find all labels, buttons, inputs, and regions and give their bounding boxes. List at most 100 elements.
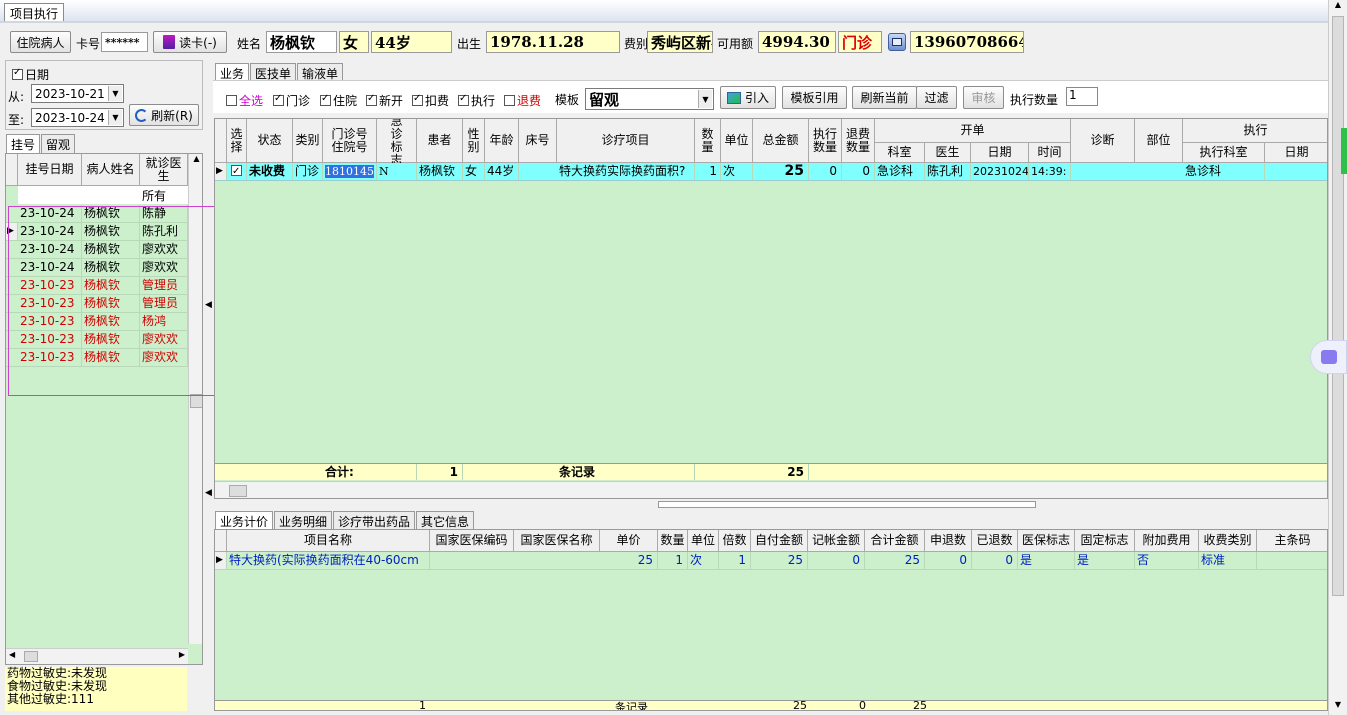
assistant-float-button[interactable] <box>1310 340 1347 374</box>
audit-button[interactable]: 审核 <box>963 86 1004 109</box>
window-tab[interactable]: 项目执行 <box>4 3 65 22</box>
tab-drugs[interactable]: 诊疗带出药品 <box>333 511 416 531</box>
col-exec-qty[interactable]: 执行数量 <box>809 119 842 163</box>
scroll-down-icon[interactable]: ▼ <box>1329 700 1347 709</box>
col-diagnosis[interactable]: 诊断 <box>1071 119 1135 163</box>
pricing-col-16[interactable]: 主条码 <box>1257 530 1327 552</box>
pricing-col-1[interactable]: 国家医保编码 <box>430 530 514 552</box>
splitter-handle[interactable]: ◀ <box>205 300 213 320</box>
col-exec-dept[interactable]: 执行科室 <box>1183 143 1265 163</box>
hscroll-thumb[interactable] <box>24 651 38 662</box>
scroll-thumb[interactable] <box>190 394 202 408</box>
template-select[interactable]: 留观 ▼ <box>585 88 714 110</box>
chevron-down-icon[interactable]: ▼ <box>698 90 712 108</box>
from-date-picker[interactable]: 2023-10-21 ▼ <box>31 84 124 103</box>
inpatient-button[interactable]: 住院病人 <box>10 31 71 53</box>
col-sex[interactable]: 性别 <box>463 119 485 163</box>
tab-other-info[interactable]: 其它信息 <box>416 511 475 531</box>
chevron-down-icon[interactable]: ▼ <box>108 110 122 125</box>
col-age[interactable]: 年龄 <box>485 119 519 163</box>
new-checkbox[interactable]: 新开 <box>366 92 403 109</box>
tab-detail[interactable]: 业务明细 <box>274 511 333 531</box>
row-select-checkbox[interactable] <box>227 163 247 180</box>
hscroll-thumb[interactable] <box>229 485 247 497</box>
pricing-col-14[interactable]: 附加费用 <box>1135 530 1199 552</box>
pricing-col-13[interactable]: 固定标志 <box>1075 530 1135 552</box>
pricing-col-5[interactable]: 单位 <box>688 530 719 552</box>
col-patient-name[interactable]: 病人姓名 <box>82 154 140 186</box>
col-order-date[interactable]: 日期 <box>971 143 1029 163</box>
scroll-thumb[interactable] <box>1332 16 1344 596</box>
col-exec-date[interactable]: 日期 <box>1265 143 1327 163</box>
exec-qty-input[interactable]: 1 <box>1066 87 1098 106</box>
phone-icon[interactable] <box>888 33 906 51</box>
col-bed[interactable]: 床号 <box>519 119 557 163</box>
pricing-col-11[interactable]: 已退数 <box>972 530 1018 552</box>
to-date-picker[interactable]: 2023-10-24 ▼ <box>31 108 124 127</box>
pricing-col-8[interactable]: 记帐金额 <box>808 530 865 552</box>
tab-register[interactable]: 挂号 <box>6 134 41 154</box>
col-order-dept[interactable]: 科室 <box>875 143 925 163</box>
pricing-footer-total: 25 <box>913 699 927 711</box>
pricing-row: 特大换药(实际换药面积在40-60cm 25 1 次 1 25 0 25 0 0 是是否标准 <box>227 552 1327 570</box>
template-ref-button[interactable]: 模板引用 <box>782 86 847 109</box>
to-label: 至: <box>8 113 25 127</box>
deduct-checkbox[interactable]: 扣费 <box>412 92 449 109</box>
read-card-button[interactable]: 读卡(-) <box>153 31 227 53</box>
inpatient-checkbox[interactable]: 住院 <box>320 92 357 109</box>
chevron-down-icon[interactable]: ▼ <box>108 86 122 101</box>
outpatient-checkbox[interactable]: 门诊 <box>273 92 310 109</box>
col-item[interactable]: 诊疗项目 <box>557 119 695 163</box>
scroll-up-icon[interactable]: ▲ <box>1329 0 1347 9</box>
pricing-col-6[interactable]: 倍数 <box>719 530 751 552</box>
col-refund-qty[interactable]: 退费数量 <box>842 119 875 163</box>
col-doctor[interactable]: 就诊医生 <box>140 154 188 186</box>
pricing-col-10[interactable]: 申退数 <box>925 530 972 552</box>
import-button[interactable]: 引入 <box>720 86 776 109</box>
pricing-col-0[interactable]: 项目名称 <box>227 530 430 552</box>
refund-checkbox[interactable]: 退费 <box>504 92 541 109</box>
col-emergency[interactable]: 急诊标志 <box>377 119 417 166</box>
col-register-date[interactable]: 挂号日期 <box>18 154 82 186</box>
col-visit-no[interactable]: 门诊号住院号 <box>323 119 377 163</box>
pricing-col-7[interactable]: 自付金额 <box>751 530 808 552</box>
tab-observation[interactable]: 留观 <box>41 134 76 154</box>
left-hscroll[interactable]: ◀ ▶ <box>6 648 188 664</box>
tab-pricing[interactable]: 业务计价 <box>215 511 274 531</box>
select-all-checkbox[interactable]: 全选 <box>226 92 263 109</box>
main-hscroll[interactable] <box>215 481 1327 498</box>
date-checkbox[interactable]: 日期 <box>12 66 49 83</box>
execute-checkbox[interactable]: 执行 <box>458 92 495 109</box>
refresh-button[interactable]: 刷新(R) <box>129 104 199 126</box>
scroll-right-icon[interactable]: ▶ <box>179 650 185 659</box>
pricing-col-15[interactable]: 收费类别 <box>1199 530 1257 552</box>
select-all-label: 全选 <box>239 94 264 108</box>
col-order-doctor[interactable]: 医生 <box>925 143 971 163</box>
table-row[interactable]: ▶ 特大换药(实际换药面积在40-60cm 25 1 次 1 25 0 25 0 0 是是否标准 <box>215 552 1327 570</box>
scroll-left-icon[interactable]: ◀ <box>9 650 15 659</box>
all-filter-row[interactable]: 所有 <box>18 186 188 204</box>
cell-visit-no[interactable]: 1810145 <box>325 165 374 178</box>
col-patient[interactable]: 患者 <box>417 119 463 163</box>
filter-button[interactable]: 过滤 <box>916 86 957 109</box>
col-qty[interactable]: 数量 <box>695 119 721 163</box>
pricing-col-12[interactable]: 医保标志 <box>1018 530 1075 552</box>
col-category[interactable]: 类别 <box>293 119 323 163</box>
table-row[interactable]: ▶ 未收费 门诊 1810145 N 杨枫钦 女 44岁 特大换药实际换药面积?… <box>215 163 1327 181</box>
pricing-col-3[interactable]: 单价 <box>600 530 658 552</box>
col-part[interactable]: 部位 <box>1135 119 1183 163</box>
col-status[interactable]: 状态 <box>247 119 293 163</box>
pricing-col-4[interactable]: 数量 <box>658 530 688 552</box>
refresh-current-button[interactable]: 刷新当前 <box>852 86 917 109</box>
card-field[interactable]: ****** <box>101 32 148 52</box>
name-label: 姓名 <box>237 37 262 51</box>
col-order-time[interactable]: 时间 <box>1029 143 1071 163</box>
splitter-left-icon[interactable]: ◀ <box>205 488 213 508</box>
col-amount[interactable]: 总金额 <box>753 119 809 163</box>
col-unit[interactable]: 单位 <box>721 119 753 163</box>
vertical-splitter[interactable] <box>658 501 1036 508</box>
scroll-up-icon[interactable]: ▲ <box>189 154 202 163</box>
pricing-col-2[interactable]: 国家医保名称 <box>514 530 600 552</box>
col-select[interactable]: 选择 <box>227 119 247 163</box>
pricing-col-9[interactable]: 合计金额 <box>865 530 925 552</box>
